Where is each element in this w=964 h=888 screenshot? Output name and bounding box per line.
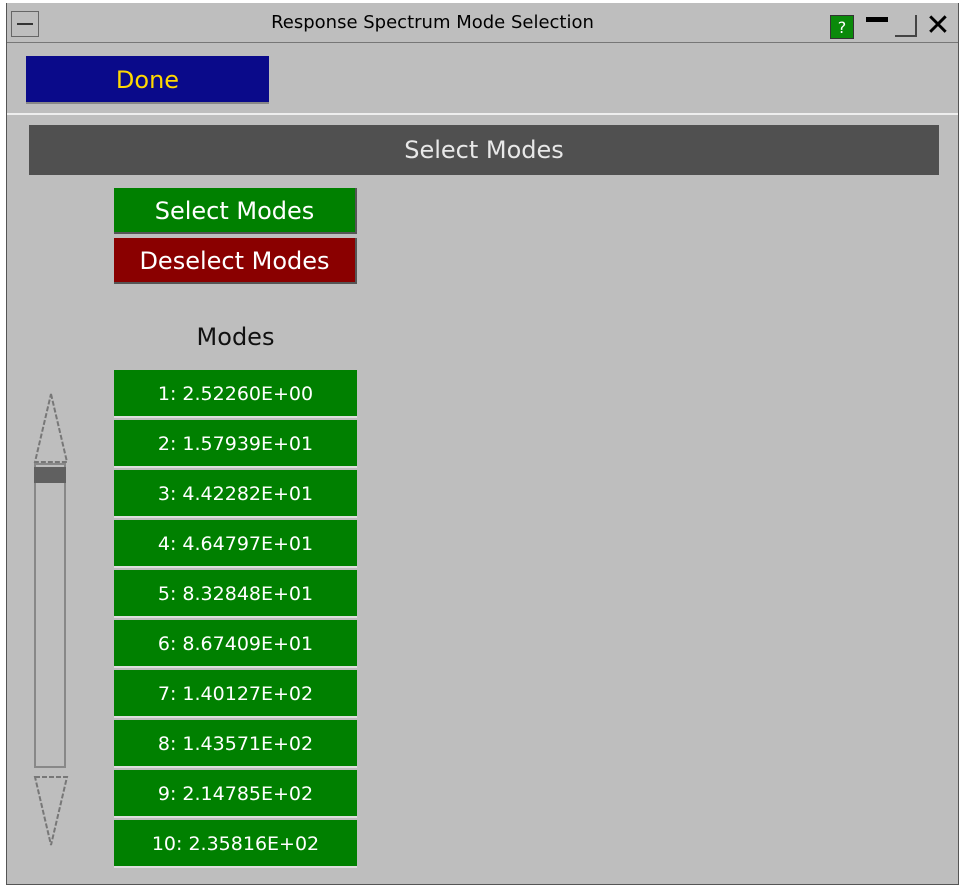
toolbar: Done — [7, 43, 958, 115]
mode-item[interactable]: 2: 1.57939E+01 — [114, 420, 357, 468]
mode-item[interactable]: 10: 2.35816E+02 — [114, 820, 357, 868]
scroll-down-arrow-icon[interactable] — [33, 775, 69, 847]
deselect-modes-button[interactable]: Deselect Modes — [114, 238, 357, 284]
mode-item[interactable]: 1: 2.52260E+00 — [114, 370, 357, 418]
scrollbar-track[interactable] — [34, 463, 66, 768]
mode-item[interactable]: 6: 8.67409E+01 — [114, 620, 357, 668]
mode-item[interactable]: 8: 1.43571E+02 — [114, 720, 357, 768]
window-title: Response Spectrum Mode Selection — [271, 12, 594, 33]
mode-item[interactable]: 9: 2.14785E+02 — [114, 770, 357, 818]
scrollbar-thumb[interactable] — [34, 467, 66, 483]
mode-item[interactable]: 7: 1.40127E+02 — [114, 670, 357, 718]
mode-selection-window: Response Spectrum Mode Selection ? ✕ Don… — [6, 3, 959, 885]
close-icon[interactable]: ✕ — [923, 11, 953, 41]
window-menu-icon[interactable] — [11, 11, 39, 37]
mode-item[interactable]: 5: 8.32848E+01 — [114, 570, 357, 618]
scroll-up-arrow-icon[interactable] — [33, 392, 69, 464]
title-bar: Response Spectrum Mode Selection ? ✕ — [7, 3, 958, 43]
minimize-icon[interactable] — [866, 17, 888, 22]
help-icon[interactable]: ? — [830, 15, 854, 39]
section-header: Select Modes — [29, 125, 939, 175]
done-button[interactable]: Done — [26, 56, 269, 104]
select-modes-button[interactable]: Select Modes — [114, 188, 357, 234]
mode-item[interactable]: 3: 4.42282E+01 — [114, 470, 357, 518]
mode-item[interactable]: 4: 4.64797E+01 — [114, 520, 357, 568]
modes-label: Modes — [196, 323, 275, 351]
maximize-icon[interactable] — [895, 15, 917, 37]
